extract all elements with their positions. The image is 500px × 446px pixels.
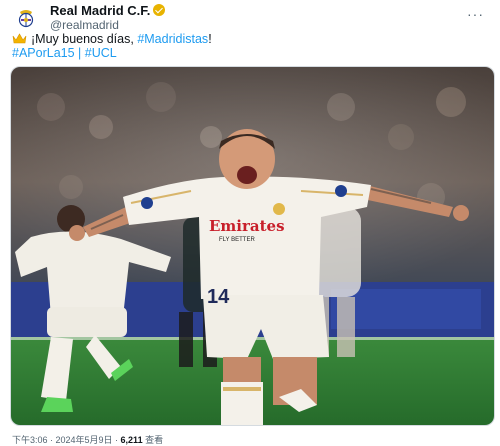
real-madrid-crest-icon [18,10,34,28]
shorts-number: 14 [207,286,230,308]
tweet-photo[interactable]: Emirates FLY BETTER 14 [10,66,495,426]
celebration-photo: Emirates FLY BETTER 14 [11,67,494,425]
avatar[interactable] [14,6,38,30]
handle[interactable]: @realmadrid [50,18,165,32]
more-options-icon[interactable]: ··· [467,6,484,22]
hashtag-aporla15[interactable]: #APorLa15 [12,46,75,60]
shirt-sponsor: Emirates [209,217,285,235]
greeting-text: ¡Muy buenos días, [31,32,138,46]
crown-icon [12,33,27,44]
account-names: Real Madrid C.F. @realmadrid [50,3,166,32]
view-count: 6,211 [120,435,143,445]
display-name[interactable]: Real Madrid C.F. [50,3,150,18]
hashtag-separator: | [74,46,85,60]
shirt-sponsor-sub: FLY BETTER [219,237,255,243]
views-label: 查看 [142,435,164,445]
tweet-header: Real Madrid C.F. @realmadrid ··· [12,3,488,32]
hashtag-ucl[interactable]: #UCL [85,46,117,60]
verified-badge-icon [153,4,166,16]
hashtag-madridistas[interactable]: #Madridistas [137,32,208,46]
timestamp[interactable]: 下午3:06 · 2024年5月9日 · [12,435,121,445]
tweet-text: ¡Muy buenos días, #Madridistas! #APorLa1… [12,32,488,60]
greeting-end: ! [208,32,212,46]
